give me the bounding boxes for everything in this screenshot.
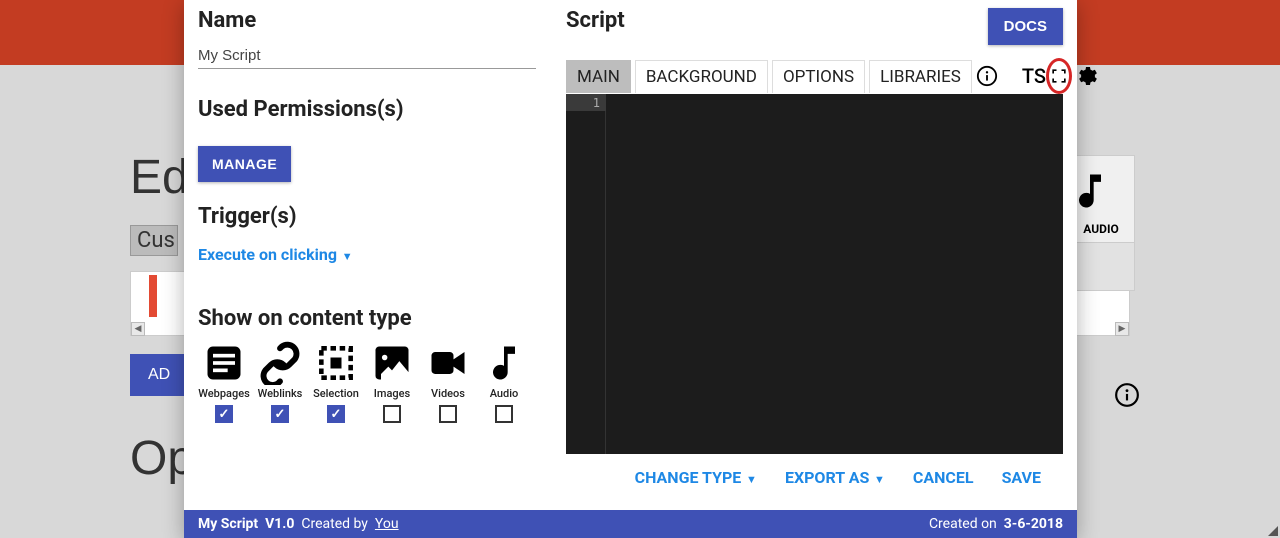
footer-right: Created on 3-6-2018 <box>929 516 1063 532</box>
scroll-left-arrow[interactable]: ◀ <box>131 322 145 336</box>
content-type-weblinks: Weblinks <box>254 341 306 423</box>
name-section-heading: Name <box>198 8 552 33</box>
settings-button[interactable] <box>1074 64 1098 88</box>
script-section-heading: Script <box>566 8 625 33</box>
libraries-info-icon[interactable] <box>976 65 998 87</box>
selection-icon <box>314 341 358 385</box>
content-type-images: Images <box>366 341 418 423</box>
content-types-row: Webpages Weblinks Selection <box>198 341 552 423</box>
gear-icon <box>1074 64 1098 88</box>
chevron-down-icon: ▼ <box>743 473 757 486</box>
stripe-decoration <box>149 275 157 317</box>
add-button[interactable]: AD <box>130 354 188 396</box>
resize-handle[interactable] <box>1268 526 1278 536</box>
save-button[interactable]: SAVE <box>1002 468 1041 487</box>
content-type-selection-checkbox[interactable] <box>327 405 345 423</box>
scroll-right-arrow[interactable]: ▶ <box>1115 322 1129 336</box>
author-link[interactable]: You <box>375 516 399 532</box>
triggers-heading: Trigger(s) <box>198 204 552 229</box>
modal-left-panel: Name Used Permissions(s) MANAGE Trigger(… <box>184 0 566 423</box>
content-type-selection: Selection <box>310 341 362 423</box>
docs-button[interactable]: DOCS <box>988 8 1063 45</box>
content-type-audio-checkbox[interactable] <box>495 405 513 423</box>
manage-permissions-button[interactable]: MANAGE <box>198 146 291 182</box>
weblinks-icon <box>258 341 302 385</box>
content-type-weblinks-checkbox[interactable] <box>271 405 289 423</box>
content-type-videos: Videos <box>422 341 474 423</box>
code-editor[interactable]: 1 <box>566 94 1063 454</box>
audio-card-label: AUDIO <box>1068 218 1134 242</box>
content-type-heading: Show on content type <box>198 306 552 331</box>
chevron-down-icon: ▼ <box>339 250 353 263</box>
audio-content-card: AUDIO <box>1067 155 1135 291</box>
chevron-down-icon: ▼ <box>871 473 885 486</box>
images-icon <box>370 341 414 385</box>
videos-icon <box>426 341 470 385</box>
tab-main[interactable]: MAIN <box>566 60 631 93</box>
content-type-videos-checkbox[interactable] <box>439 405 457 423</box>
line-number: 1 <box>566 94 606 112</box>
tab-options[interactable]: OPTIONS <box>772 60 865 93</box>
cancel-button[interactable]: CANCEL <box>913 468 974 487</box>
change-type-dropdown[interactable]: CHANGE TYPE ▼ <box>635 468 757 487</box>
audio-icon <box>482 341 526 385</box>
tab-libraries[interactable]: LIBRARIES <box>869 60 972 93</box>
modal-right-panel: Script DOCS MAIN BACKGROUND OPTIONS LIBR… <box>566 0 1077 487</box>
content-type-webpages-checkbox[interactable] <box>215 405 233 423</box>
script-name-input[interactable] <box>198 43 536 69</box>
info-fab[interactable] <box>1114 382 1140 408</box>
content-type-webpages: Webpages <box>198 341 250 423</box>
content-type-images-checkbox[interactable] <box>383 405 401 423</box>
modal-footer: My Script V1.0 Created by You Created on… <box>184 510 1077 538</box>
export-as-dropdown[interactable]: EXPORT AS ▼ <box>785 468 885 487</box>
script-editor-modal: Name Used Permissions(s) MANAGE Trigger(… <box>184 0 1077 538</box>
webpages-icon <box>202 341 246 385</box>
editor-tabs: MAIN BACKGROUND OPTIONS LIBRARIES TS <box>566 58 1063 94</box>
modal-actions: CHANGE TYPE ▼ EXPORT AS ▼ CANCEL SAVE <box>566 454 1063 487</box>
trigger-dropdown[interactable]: Execute on clicking ▼ <box>198 245 552 264</box>
typescript-toggle[interactable]: TS <box>1022 64 1046 88</box>
content-type-audio: Audio <box>478 341 530 423</box>
footer-left: My Script V1.0 Created by You <box>198 516 399 532</box>
fullscreen-icon <box>1049 66 1069 86</box>
tab-background[interactable]: BACKGROUND <box>635 60 768 93</box>
fullscreen-button[interactable] <box>1046 58 1072 94</box>
permissions-heading: Used Permissions(s) <box>198 97 552 122</box>
